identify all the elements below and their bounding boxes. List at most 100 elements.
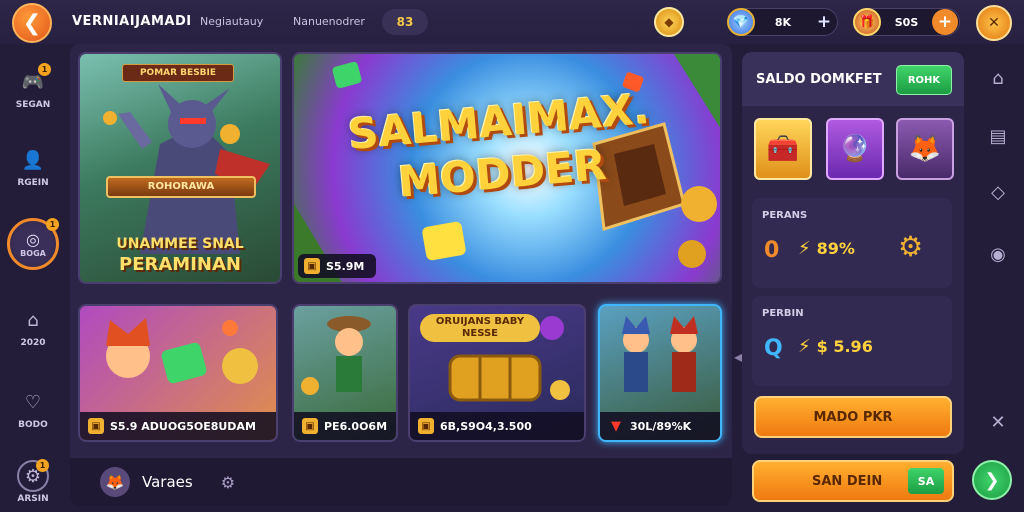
top-bar: ❮ VERNIAIJAMADI Negiautauy Nanuenodrer 8… xyxy=(0,0,1024,44)
left-nav-item-0[interactable]: 🎮 1 SEGAN xyxy=(0,63,66,110)
side-panel-ok-button[interactable]: ROHK xyxy=(896,65,952,95)
characters-art xyxy=(622,316,698,392)
arrow-down-icon: ▼ xyxy=(611,418,621,434)
news-icon[interactable]: ▤ xyxy=(982,120,1014,152)
left-nav-label: RGEIN xyxy=(17,178,49,188)
game-card-0[interactable]: ▣ S5.9 ADUOG5OE8UDAM xyxy=(78,304,278,442)
notification-badge: 1 xyxy=(46,218,59,231)
hero-card[interactable]: POMAR BESBIE ROHORAWA UNAMMEE SNAL PERAM… xyxy=(78,52,282,284)
banner-price: S5.9M xyxy=(326,259,365,273)
gem-value: 8K xyxy=(774,15,792,29)
chest-icon: ▣ xyxy=(304,258,320,274)
chevron-left-icon: ❮ xyxy=(22,10,42,36)
side-panel-header: SALDO DOMKFET ROHK xyxy=(742,52,964,106)
primary-action-button[interactable]: MADO PKR xyxy=(754,396,952,438)
secondary-action-tag: SA xyxy=(908,468,944,494)
game-controller-icon: 🎮 1 xyxy=(17,63,51,98)
hero-sign: ROHORAWA xyxy=(106,176,256,198)
item-tile-orb[interactable]: 🔮 xyxy=(826,118,884,180)
notification-badge: 1 xyxy=(36,459,49,472)
hero-line-1: UNAMMEE SNAL xyxy=(116,236,244,252)
left-nav-item-3[interactable]: ⌂ 2020 xyxy=(0,304,66,349)
close-menu-icon[interactable]: ✕ xyxy=(976,5,1012,41)
item-tile-chest[interactable]: 🧰 xyxy=(754,118,812,180)
game-card-2[interactable]: ORUIJANS BABY NESSE ▣ 6B,S9O4,3.500 xyxy=(408,304,586,442)
circle-icon[interactable]: ◉ xyxy=(982,238,1014,270)
settings-icon: ⚙ 1 xyxy=(17,459,49,492)
next-arrow-icon[interactable]: ❯ xyxy=(972,460,1012,500)
bottom-bar: 🦊 Varaes ⚙ xyxy=(70,458,732,506)
gem-icon: 💎 xyxy=(727,8,755,36)
coin-chest-icon: 🎁 xyxy=(853,8,881,36)
side-panel: SALDO DOMKFET ROHK 🧰 🔮 🦊 PERANS 0 ⚡ 89% … xyxy=(742,52,964,454)
app-title: VERNIAIJAMADI xyxy=(72,14,192,29)
section-stat-2-value: 89% xyxy=(816,239,855,258)
chest-icon: ▣ xyxy=(418,418,434,434)
right-nav: ⌂ ▤ ◇ ◉ ✕ ❯ xyxy=(972,44,1024,512)
user-icon: 👤 xyxy=(21,149,45,171)
left-nav-item-2[interactable]: ◎ BOGA 1 xyxy=(0,218,66,270)
lightning-icon: ⚡ xyxy=(798,336,811,357)
character-avatar-icon[interactable]: 🦊 xyxy=(100,467,130,497)
treasure-art xyxy=(448,316,570,402)
add-coins-button[interactable]: + xyxy=(932,9,958,35)
treasure-icon[interactable]: ◆ xyxy=(654,7,684,37)
main-panel: POMAR BESBIE ROHORAWA UNAMMEE SNAL PERAM… xyxy=(70,44,732,506)
left-nav-label: ARSIN xyxy=(17,494,49,504)
item-tile-character[interactable]: 🦊 xyxy=(896,118,954,180)
left-nav-label: 2020 xyxy=(20,338,46,348)
section-label: PERBIN xyxy=(762,308,804,319)
game-card-1[interactable]: ▣ PE6.0O6M xyxy=(292,304,398,442)
nav-link-0[interactable]: Negiautauy xyxy=(200,15,263,28)
card-footer: ▼ 30L/89%K xyxy=(600,412,720,440)
section-stat-2-value: $ 5.96 xyxy=(816,337,873,356)
card-footer: ▣ 6B,S9O4,3.500 xyxy=(410,412,584,440)
home-icon: ⌂ xyxy=(27,309,39,331)
currency-gems: 💎 8K + xyxy=(727,8,838,36)
left-nav-label: BOGA xyxy=(20,249,46,258)
section-stat-2: ⚡ $ 5.96 xyxy=(798,336,873,357)
back-button[interactable]: ❮ xyxy=(12,3,52,43)
close-icon[interactable]: ✕ xyxy=(982,406,1014,438)
section-stat-1: Q xyxy=(764,336,783,361)
section-stat-1: 0 xyxy=(764,238,780,263)
left-nav-label: BODO xyxy=(18,420,48,430)
game-card-3[interactable]: ▼ 30L/89%K xyxy=(598,304,722,442)
lightning-icon: ⚡ xyxy=(798,238,811,259)
left-nav-item-4[interactable]: ♡ BODO xyxy=(0,386,66,431)
home-icon[interactable]: ⌂ xyxy=(982,62,1014,94)
character-art xyxy=(106,318,258,384)
nav-link-1[interactable]: Nanuenodrer xyxy=(293,15,365,28)
add-gems-button[interactable]: + xyxy=(811,9,837,35)
gear-icon[interactable]: ⚙ xyxy=(221,473,235,492)
heart-icon: ♡ xyxy=(24,391,42,413)
character-art xyxy=(301,316,371,395)
card-price: 30L/89%K xyxy=(630,419,692,433)
card-price: S5.9 ADUOG5OE8UDAM xyxy=(110,419,256,433)
treasure-chest-icon: 🧰 xyxy=(766,134,800,164)
card-price: PE6.0O6M xyxy=(324,419,388,433)
secondary-action-button[interactable]: SAN DEIN SA xyxy=(752,460,954,502)
section-stat-2: ⚡ 89% xyxy=(798,238,855,259)
featured-banner[interactable]: SALMAIMAX. MODDER ▣ S5.9M xyxy=(292,52,722,284)
collapse-arrow-icon[interactable]: ◀ xyxy=(734,350,743,370)
section-label: PERANS xyxy=(762,210,808,221)
secondary-action-label: SAN DEIN xyxy=(812,473,883,489)
card-footer: ▣ S5.9 ADUOG5OE8UDAM xyxy=(80,412,276,440)
left-nav-item-1[interactable]: 👤 RGEIN xyxy=(0,144,66,189)
side-panel-title: SALDO DOMKFET xyxy=(756,71,882,87)
chest-icon: ▣ xyxy=(302,418,318,434)
character-icon: 🦊 xyxy=(908,134,942,164)
hero-line-2: PERAMINAN xyxy=(119,254,241,275)
coin-value: S0S xyxy=(894,15,919,29)
side-panel-section-1: PERANS 0 ⚡ 89% ⚙ xyxy=(752,198,952,288)
banner-price-badge: ▣ S5.9M xyxy=(298,254,376,278)
card-footer: ▣ PE6.0O6M xyxy=(294,412,396,440)
orb-icon: 🔮 xyxy=(838,134,872,164)
diamond-icon[interactable]: ◇ xyxy=(982,176,1014,208)
left-nav-item-5[interactable]: ⚙ 1 ARSIN xyxy=(0,459,66,504)
side-panel-section-2: PERBIN Q ⚡ $ 5.96 xyxy=(752,296,952,386)
left-nav-label: SEGAN xyxy=(15,100,51,110)
count-pill[interactable]: 83 xyxy=(382,9,428,35)
notification-badge: 1 xyxy=(38,63,51,76)
